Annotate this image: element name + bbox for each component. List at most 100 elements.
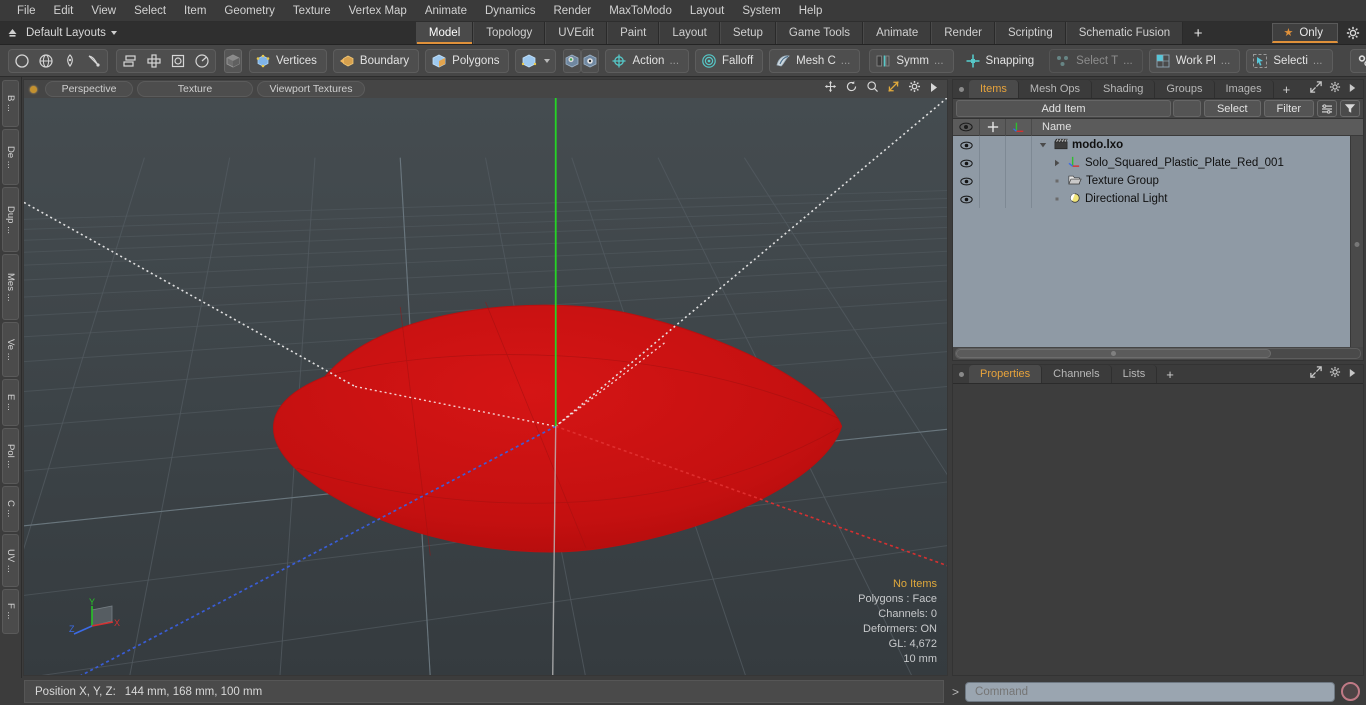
tab-topology[interactable]: Topology <box>473 22 546 44</box>
properties-content-area[interactable] <box>953 384 1363 675</box>
vtab-basic[interactable]: B ... <box>2 80 19 127</box>
viewport-3d-canvas[interactable]: No Items Polygons : Face Channels: 0 Def… <box>23 98 948 676</box>
tab-render[interactable]: Render <box>931 22 995 44</box>
row-lock-cell[interactable] <box>980 136 1006 154</box>
cube-dropdown-button[interactable] <box>515 48 557 73</box>
circle-icon[interactable] <box>10 50 34 72</box>
twisty-down-icon[interactable] <box>1036 141 1050 149</box>
menu-item-item[interactable]: Item <box>175 2 215 20</box>
default-layouts-dropdown[interactable]: Default Layouts <box>24 22 127 44</box>
table-row[interactable]: modo.lxo <box>953 136 1350 154</box>
viewport-gear-icon[interactable] <box>908 80 921 98</box>
menu-item-dynamics[interactable]: Dynamics <box>476 2 544 20</box>
tab-uvedit[interactable]: UVEdit <box>545 22 608 44</box>
center-icon[interactable] <box>142 50 166 72</box>
filter-button[interactable]: Filter <box>1263 100 1314 117</box>
funnel-icon[interactable] <box>1340 100 1360 117</box>
vtab-duplicate[interactable]: Dup ... <box>2 187 19 253</box>
record-circle-icon[interactable] <box>1341 682 1360 701</box>
tab-animate[interactable]: Animate <box>863 22 932 44</box>
row-visibility-toggle[interactable] <box>953 154 980 172</box>
add-item-button[interactable]: Add Item <box>956 100 1171 117</box>
row-visibility-toggle[interactable] <box>953 190 980 208</box>
vtab-deform[interactable]: De ... <box>2 128 19 186</box>
menu-item-select[interactable]: Select <box>125 2 175 20</box>
vtab-command[interactable]: C ... <box>2 486 19 532</box>
tab-paint[interactable]: Paint <box>607 22 660 44</box>
sphere-green-icon[interactable] <box>563 48 582 73</box>
add-panel-tab-button[interactable]: + <box>1274 80 1300 98</box>
mesh-constraint-button[interactable]: Mesh C ... <box>769 48 861 73</box>
menu-item-render[interactable]: Render <box>544 2 600 20</box>
row-transform-cell[interactable] <box>1006 154 1032 172</box>
viewport-tab-texture[interactable]: Texture <box>137 81 253 97</box>
vtab-mesh-edit[interactable]: Mes ... <box>2 254 19 320</box>
cube-icon[interactable] <box>224 48 242 73</box>
tab-images[interactable]: Images <box>1214 80 1274 98</box>
align-icon[interactable] <box>118 50 142 72</box>
selection-set-button[interactable]: Selecti ... <box>1246 48 1333 73</box>
menu-item-maxtomodo[interactable]: MaxToModo <box>600 2 681 20</box>
symmetry-button[interactable]: Symm ... <box>869 48 954 73</box>
curve-icon[interactable] <box>82 50 106 72</box>
tab-game-tools[interactable]: Game Tools <box>775 22 864 44</box>
row-lock-cell[interactable] <box>980 154 1006 172</box>
falloff-button[interactable]: Falloff <box>695 48 764 73</box>
items-list-vscrollbar[interactable] <box>1350 136 1363 347</box>
home-up-icon[interactable] <box>0 22 24 44</box>
table-row[interactable]: Directional Light <box>953 190 1350 208</box>
command-input[interactable] <box>965 681 1335 702</box>
list-options-icon[interactable] <box>1317 100 1337 117</box>
fit-icon[interactable] <box>887 80 900 98</box>
kits-button[interactable]: Kits <box>1349 48 1366 73</box>
add-item-dropdown[interactable] <box>1172 100 1201 117</box>
menu-item-file[interactable]: File <box>8 2 45 20</box>
row-name-cell[interactable]: Directional Light <box>1032 190 1350 208</box>
menu-item-texture[interactable]: Texture <box>284 2 340 20</box>
gear-icon[interactable] <box>1329 80 1341 98</box>
tab-properties[interactable]: Properties <box>969 365 1043 383</box>
vtab-fusion[interactable]: F ... <box>2 589 19 634</box>
tab-channels[interactable]: Channels <box>1042 365 1112 383</box>
row-lock-cell[interactable] <box>980 172 1006 190</box>
row-transform-cell[interactable] <box>1006 136 1032 154</box>
snapping-button[interactable]: Snapping <box>960 49 1044 73</box>
more-arrow-icon[interactable] <box>929 80 939 98</box>
row-lock-cell[interactable] <box>980 190 1006 208</box>
zoom-icon[interactable] <box>866 80 879 98</box>
row-visibility-toggle[interactable] <box>953 172 980 190</box>
pen-icon[interactable] <box>58 50 82 72</box>
vtab-vertex[interactable]: Ve ... <box>2 321 19 378</box>
gear-icon[interactable] <box>1340 22 1366 44</box>
action-center-button[interactable]: Action ... <box>605 48 690 73</box>
tab-items[interactable]: Items <box>969 80 1019 98</box>
menu-item-layout[interactable]: Layout <box>681 2 734 20</box>
add-layout-tab-button[interactable]: + <box>1183 22 1214 44</box>
tab-groups[interactable]: Groups <box>1155 80 1215 98</box>
expand-icon[interactable] <box>1310 365 1322 383</box>
tab-model[interactable]: Model <box>415 22 474 44</box>
more-arrow-icon[interactable] <box>1348 365 1357 383</box>
twisty-right-icon[interactable] <box>1050 159 1064 167</box>
axis-gizmo[interactable]: Y X Z <box>68 596 130 653</box>
work-plane-button[interactable]: Work Pl ... <box>1148 48 1241 73</box>
globe-icon[interactable] <box>34 50 58 72</box>
axis-icon[interactable] <box>1006 118 1032 136</box>
table-row[interactable]: Solo_Squared_Plastic_Plate_Red_001 <box>953 154 1350 172</box>
only-toggle-button[interactable]: ★ Only <box>1272 23 1338 43</box>
box-select-icon[interactable] <box>166 50 190 72</box>
add-properties-tab-button[interactable]: + <box>1157 365 1183 383</box>
vtab-edge[interactable]: E ... <box>2 379 19 426</box>
vtab-polygon[interactable]: Pol ... <box>2 427 19 485</box>
polygons-mode-button[interactable]: Polygons <box>425 48 510 73</box>
sphere-blue-icon[interactable] <box>581 48 600 73</box>
select-button[interactable]: Select <box>1203 100 1261 117</box>
boundary-mode-button[interactable]: Boundary <box>332 48 420 73</box>
hscroll-track[interactable] <box>955 348 1361 359</box>
column-header-name[interactable]: Name <box>1032 119 1363 136</box>
select-through-button[interactable]: Select T ... <box>1049 48 1143 73</box>
viewport-tab-viewport-textures[interactable]: Viewport Textures <box>257 81 365 97</box>
more-arrow-icon[interactable] <box>1348 80 1357 98</box>
tab-setup[interactable]: Setup <box>719 22 776 44</box>
tab-mesh-ops[interactable]: Mesh Ops <box>1018 80 1093 98</box>
